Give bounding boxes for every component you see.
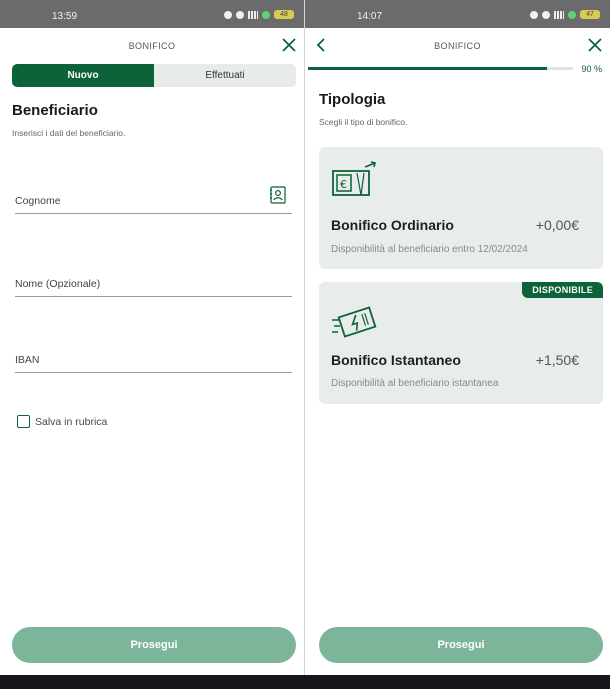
status-bar: 13:59 48 bbox=[0, 0, 304, 28]
section-title: Beneficiario bbox=[12, 102, 98, 119]
status-icons: 48 bbox=[224, 10, 294, 19]
status-time: 14:07 bbox=[357, 11, 383, 22]
section-subtitle: Inserisci i dati del beneficiario. bbox=[12, 128, 126, 138]
navigation-bar bbox=[0, 675, 610, 689]
name-label: Nome (Opzionale) bbox=[15, 278, 101, 290]
battery-icon: 48 bbox=[274, 10, 294, 19]
section-subtitle: Scegli il tipo di bonifico. bbox=[319, 117, 408, 127]
progress-label: 90 % bbox=[581, 64, 602, 74]
close-icon[interactable] bbox=[588, 38, 602, 52]
available-badge: DISPONIBILE bbox=[522, 282, 603, 298]
close-icon[interactable] bbox=[282, 38, 296, 52]
card-price: +1,50€ bbox=[535, 352, 579, 368]
status-bar: 14:07 47 bbox=[305, 0, 610, 28]
continue-button[interactable]: Prosegui bbox=[319, 627, 603, 663]
card-price: +0,00€ bbox=[535, 217, 579, 233]
progress-bar-fill bbox=[308, 67, 547, 70]
signal-icon bbox=[248, 10, 258, 19]
status-icons: 47 bbox=[530, 10, 600, 19]
instant-banknote-icon bbox=[332, 306, 377, 338]
name-field[interactable]: Nome (Opzionale) bbox=[15, 275, 292, 297]
card-subtitle: Disponibilità al beneficiario entro 12/0… bbox=[331, 244, 528, 255]
save-contact-checkbox[interactable] bbox=[17, 415, 30, 428]
call-indicator-icon bbox=[568, 10, 576, 19]
section-title: Tipologia bbox=[319, 91, 386, 108]
page-title: BONIFICO bbox=[434, 41, 481, 51]
iban-field[interactable]: IBAN bbox=[15, 351, 292, 373]
continue-button[interactable]: Prosegui bbox=[12, 627, 296, 663]
transfer-tabs: Nuovo Effettuati bbox=[12, 64, 296, 87]
nav-bar: BONIFICO bbox=[305, 28, 610, 64]
alarm-icon bbox=[530, 10, 538, 19]
card-subtitle: Disponibilità al beneficiario istantanea bbox=[331, 378, 499, 389]
battery-icon: 47 bbox=[580, 10, 600, 19]
alarm-icon bbox=[224, 10, 232, 19]
call-indicator-icon bbox=[262, 10, 270, 19]
tab-new[interactable]: Nuovo bbox=[12, 64, 154, 87]
new-transfer-screen: 13:59 48 BONIFICO Nuovo Effettuati Benef… bbox=[0, 0, 305, 675]
card-title: Bonifico Istantaneo bbox=[331, 352, 461, 368]
signal-icon bbox=[554, 10, 564, 19]
card-title: Bonifico Ordinario bbox=[331, 217, 454, 233]
tab-done[interactable]: Effettuati bbox=[154, 64, 296, 87]
contact-book-icon[interactable] bbox=[270, 186, 286, 204]
surname-field[interactable]: Cognome bbox=[15, 186, 292, 214]
progress-bar bbox=[308, 67, 573, 70]
nav-bar: BONIFICO bbox=[0, 28, 304, 64]
status-time: 13:59 bbox=[52, 11, 78, 22]
iban-label: IBAN bbox=[15, 354, 40, 366]
surname-label: Cognome bbox=[15, 195, 61, 207]
ordinary-transfer-card[interactable]: € Bonifico Ordinario +0,00€ Disponibilit… bbox=[319, 147, 603, 269]
save-contact-label: Salva in rubrica bbox=[35, 415, 108, 428]
page-title: BONIFICO bbox=[128, 41, 176, 51]
bluetooth-icon bbox=[542, 10, 550, 19]
bluetooth-icon bbox=[236, 10, 244, 19]
instant-transfer-card[interactable]: DISPONIBILE Bonifico Istantaneo +1,50€ D… bbox=[319, 282, 603, 404]
save-contact-row[interactable]: Salva in rubrica bbox=[17, 415, 107, 428]
euro-banknote-icon: € bbox=[332, 161, 376, 196]
transfer-type-screen: 14:07 47 BONIFICO 90 % Tipologia Scegli … bbox=[305, 0, 610, 675]
svg-text:€: € bbox=[340, 178, 347, 191]
